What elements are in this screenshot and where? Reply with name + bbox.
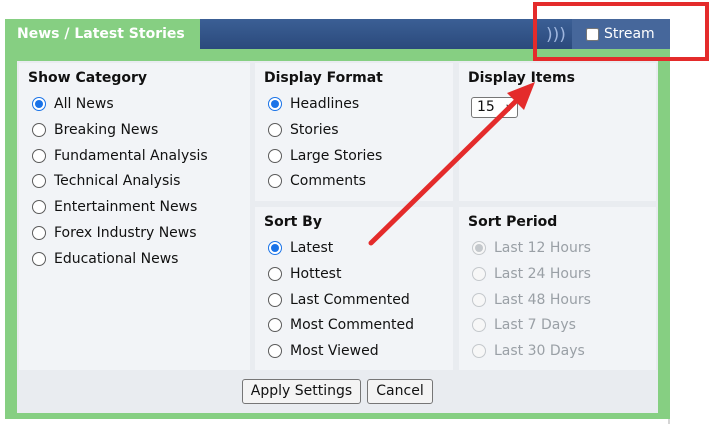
- annotation-arrow: [368, 82, 535, 246]
- settings-screen: News / Latest Stories ))) Stream Show Ca…: [0, 0, 711, 424]
